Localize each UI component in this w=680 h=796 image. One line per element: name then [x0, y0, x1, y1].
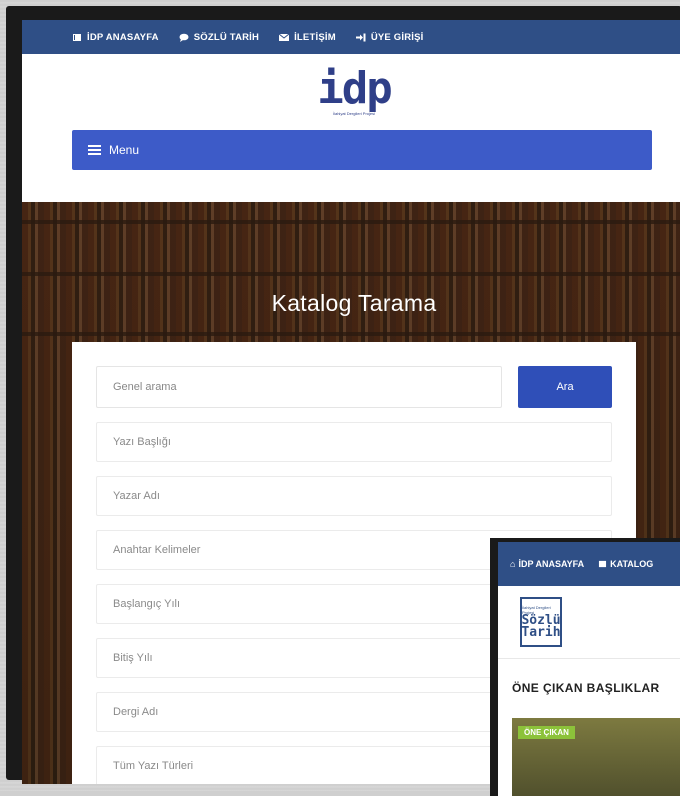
nav-item-home[interactable]: İDP ANASAYFA	[72, 32, 159, 43]
site-logo[interactable]: idp İlahiyat Dergileri Projesi	[317, 62, 392, 116]
secondary-screenshot: ⌂ İDP ANASAYFA KATALOG İlahiyat Dergiler…	[490, 538, 680, 796]
author-field[interactable]: Yazar Adı	[96, 476, 612, 516]
logo-text: Sözlü Tarih	[521, 613, 561, 640]
chat-icon	[179, 33, 189, 42]
search-button[interactable]: Ara	[518, 366, 612, 408]
logo-subtitle: İlahiyat Dergileri Projesi	[332, 110, 375, 116]
nav-item-label: KATALOG	[610, 559, 654, 569]
featured-badge: ÖNE ÇIKAN	[518, 726, 575, 739]
sign-in-icon	[355, 33, 366, 41]
shelf-divider	[22, 220, 680, 224]
logo-mark: idp	[317, 62, 392, 114]
secondary-navigation: ⌂ İDP ANASAYFA KATALOG	[498, 542, 680, 586]
nav-item-contact[interactable]: İLETİŞİM	[279, 32, 336, 43]
nav-item-login[interactable]: ÜYE GİRİŞİ	[355, 31, 424, 43]
shelf-divider	[22, 272, 680, 276]
oral-history-logo-area: İlahiyat Dergileri Projesi Sözlü Tarih	[498, 586, 680, 659]
nav-item-catalog[interactable]: KATALOG	[598, 559, 653, 569]
envelope-icon	[279, 33, 290, 41]
nav-item-label: SÖZLÜ TARİH	[193, 31, 260, 43]
hamburger-icon	[88, 145, 101, 155]
menu-label: Menu	[109, 143, 140, 157]
general-search-input[interactable]: Genel arama	[96, 366, 502, 408]
nav-item-label: İLETİŞİM	[294, 31, 336, 43]
title-field[interactable]: Yazı Başlığı	[96, 422, 612, 462]
nav-item-label: İDP ANASAYFA	[518, 559, 585, 569]
featured-heading: ÖNE ÇIKAN BAŞLIKLAR	[512, 681, 660, 695]
menu-button[interactable]: Menu	[72, 130, 652, 170]
page-title: Katalog Tarama	[271, 290, 437, 316]
nav-item-home[interactable]: ⌂ İDP ANASAYFA	[510, 559, 584, 569]
featured-image[interactable]: ÖNE ÇIKAN	[512, 718, 680, 796]
logo-area: idp İlahiyat Dergileri Projesi	[22, 54, 680, 130]
nav-item-label: ÜYE GİRİŞİ	[370, 31, 424, 43]
book-icon	[73, 33, 81, 41]
nav-item-label: İDP ANASAYFA	[87, 31, 159, 43]
top-navigation: İDP ANASAYFA SÖZLÜ TARİH İLETİŞİM ÜYE Gİ…	[22, 20, 680, 54]
nav-item-oral-history[interactable]: SÖZLÜ TARİH	[179, 32, 259, 43]
oral-history-logo[interactable]: İlahiyat Dergileri Projesi Sözlü Tarih	[520, 597, 562, 647]
home-icon: ⌂	[510, 559, 516, 569]
shelf-divider	[22, 332, 680, 336]
book-icon	[599, 560, 607, 568]
oral-history-screen: ⌂ İDP ANASAYFA KATALOG İlahiyat Dergiler…	[498, 542, 680, 796]
